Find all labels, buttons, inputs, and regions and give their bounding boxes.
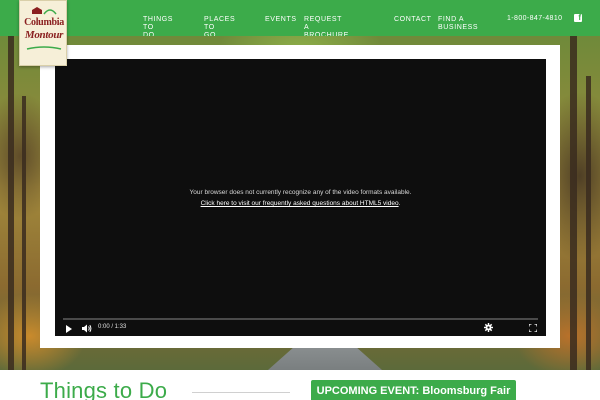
road <box>250 346 400 370</box>
nav-events[interactable]: Events <box>265 16 297 24</box>
site-logo[interactable]: Columbia Montour <box>19 0 67 66</box>
nav-label: Events <box>265 16 297 23</box>
swoosh-icon <box>26 46 62 50</box>
nav-label: Things to <box>143 16 174 31</box>
video-time: 0:00 / 1:33 <box>98 324 127 330</box>
nav-label: Business <box>438 24 479 31</box>
video-faq-link[interactable]: Click here to visit our frequently asked… <box>201 200 399 207</box>
nav-contact[interactable]: Contact <box>394 16 432 24</box>
facebook-glyph: f <box>578 13 581 22</box>
tree-trunk <box>8 36 14 370</box>
facebook-icon[interactable]: f <box>574 14 582 22</box>
video-fallback-message: Your browser does not currently recogniz… <box>55 187 546 209</box>
tree-trunk <box>570 36 577 370</box>
video-progress-bar[interactable] <box>63 318 538 320</box>
nav-label: Find a <box>438 16 465 23</box>
video-player[interactable]: Your browser does not currently recogniz… <box>55 59 546 336</box>
nav-find-business[interactable]: Find a Business <box>438 16 478 32</box>
tree-trunk <box>22 96 26 370</box>
video-controls: 0:00 / 1:33 <box>55 318 546 336</box>
gear-icon[interactable] <box>484 323 493 332</box>
logo-text-montour: Montour <box>24 29 64 41</box>
nav-label: Contact <box>394 16 432 23</box>
section-title: Things to Do <box>40 378 168 400</box>
video-faq-line: Click here to visit our frequently asked… <box>55 198 546 209</box>
upcoming-event-button[interactable]: UPCOMING EVENT: Bloomsburg Fair <box>311 380 516 400</box>
fullscreen-icon[interactable] <box>529 324 537 332</box>
title-divider <box>192 392 290 393</box>
tree-trunk <box>586 76 591 370</box>
video-message-text: Your browser does not currently recogniz… <box>189 189 412 196</box>
nav-label: Places to <box>204 16 236 31</box>
site-header: Things to Do Places to Go Events Request… <box>0 0 600 39</box>
volume-icon[interactable] <box>82 324 92 333</box>
nav-label: Request a <box>304 16 342 31</box>
video-link-suffix: . <box>398 200 401 207</box>
barn-icon <box>32 7 57 15</box>
phone-number[interactable]: 1-800-847-4810 <box>507 15 562 22</box>
play-icon[interactable] <box>66 325 72 333</box>
logo-text-columbia: Columbia <box>24 17 64 28</box>
